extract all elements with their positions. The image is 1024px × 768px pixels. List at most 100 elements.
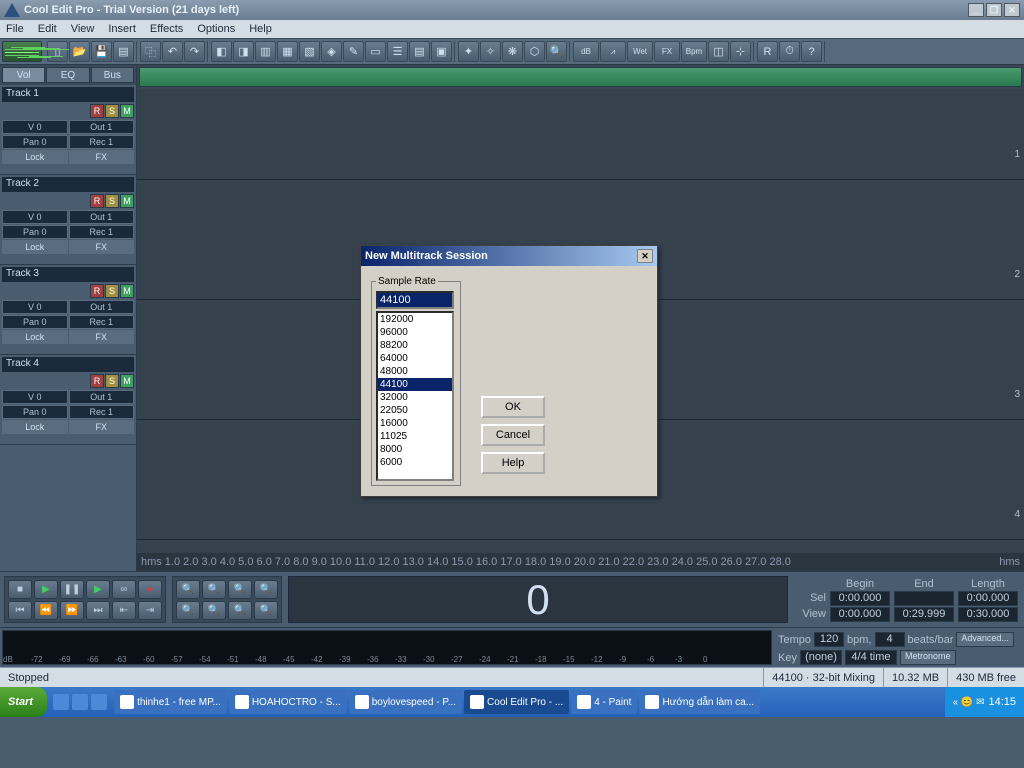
save-file-icon[interactable]: 💾 (91, 41, 112, 62)
ok-button[interactable]: OK (481, 396, 545, 418)
sel-length[interactable]: 0:00.000 (958, 591, 1018, 606)
rec-cell[interactable]: Rec 1 (69, 135, 135, 149)
tool-icon[interactable]: ◈ (321, 41, 342, 62)
loop-button[interactable]: ∞ (112, 580, 136, 599)
waveform-view-icon[interactable] (2, 41, 42, 62)
mail-icon[interactable] (72, 694, 88, 710)
time-ruler[interactable]: hms 1.0 2.0 3.0 4.0 5.0 6.0 7.0 8.0 9.0 … (137, 553, 1024, 571)
zoom-sel-icon[interactable]: 🔍 (254, 580, 278, 599)
redo-icon[interactable]: ↷ (184, 41, 205, 62)
tool-icon[interactable]: 🔍 (546, 41, 567, 62)
tool-icon[interactable]: ◧ (211, 41, 232, 62)
batch-icon[interactable]: ▤ (113, 41, 134, 62)
tool-icon[interactable]: ✎ (343, 41, 364, 62)
tool-icon[interactable]: ▣ (431, 41, 452, 62)
timesig-select[interactable]: 4/4 time (845, 650, 897, 665)
record-arm-button[interactable]: R (90, 104, 104, 118)
minimize-button[interactable]: _ (968, 3, 984, 17)
tool-icon[interactable]: R (757, 41, 778, 62)
undo-icon[interactable]: ↶ (162, 41, 183, 62)
ie-icon[interactable] (53, 694, 69, 710)
rec-cell[interactable]: Rec 1 (69, 315, 135, 329)
sample-rate-option[interactable]: 48000 (378, 365, 452, 378)
view-end[interactable]: 0:29.999 (894, 607, 954, 622)
pan-cell[interactable]: Pan 0 (2, 405, 68, 419)
help-button[interactable]: Help (481, 452, 545, 474)
zoom-out-v-icon[interactable]: 🔍 (202, 601, 226, 620)
dialog-close-icon[interactable]: ✕ (637, 249, 653, 263)
taskbar-item[interactable]: 4 - Paint (571, 690, 637, 714)
zoom-in-icon[interactable]: 🔍 (176, 580, 200, 599)
taskbar-item[interactable]: thinhe1 - free MP... (114, 690, 227, 714)
lock-button[interactable]: Lock (2, 150, 68, 164)
record-arm-button[interactable]: R (90, 284, 104, 298)
view-length[interactable]: 0:30.000 (958, 607, 1018, 622)
sample-rate-input[interactable]: 44100 (376, 291, 454, 309)
menu-file[interactable]: File (6, 23, 24, 35)
track-name[interactable]: Track 1 (2, 87, 134, 102)
next-marker-button[interactable]: ⇥ (138, 601, 162, 620)
advanced-button[interactable]: Advanced... (956, 632, 1014, 647)
zoom-right-icon[interactable]: 🔍 (254, 601, 278, 620)
metronome-button[interactable]: Metronome (900, 650, 956, 665)
fx-button[interactable]: FX (69, 330, 135, 344)
sample-rate-option[interactable]: 6000 (378, 456, 452, 469)
tool-icon[interactable]: ⏱ (779, 41, 800, 62)
prev-marker-button[interactable]: ⇤ (112, 601, 136, 620)
sel-end[interactable] (894, 591, 954, 606)
rec-cell[interactable]: Rec 1 (69, 225, 135, 239)
fx-button[interactable]: FX (69, 240, 135, 254)
solo-button[interactable]: S (105, 284, 119, 298)
sample-rate-option[interactable]: 16000 (378, 417, 452, 430)
stop-button[interactable]: ■ (8, 580, 32, 599)
db-icon[interactable]: dB (573, 41, 599, 62)
dialog-titlebar[interactable]: New Multitrack Session ✕ (361, 246, 657, 266)
mute-button[interactable]: M (120, 194, 134, 208)
track-name[interactable]: Track 4 (2, 357, 134, 372)
zoom-in-v-icon[interactable]: 🔍 (176, 601, 200, 620)
record-button[interactable]: ● (138, 580, 162, 599)
sample-rate-option[interactable]: 32000 (378, 391, 452, 404)
fx-icon[interactable]: FX (654, 41, 680, 62)
tool-icon[interactable]: ⬡ (524, 41, 545, 62)
sample-rate-option[interactable]: 192000 (378, 313, 452, 326)
solo-button[interactable]: S (105, 374, 119, 388)
tool-icon[interactable]: ❋ (502, 41, 523, 62)
tool-icon[interactable]: ▤ (409, 41, 430, 62)
taskbar-item[interactable]: boylovespeed - P... (349, 690, 462, 714)
output-cell[interactable]: Out 1 (69, 210, 135, 224)
volume-cell[interactable]: V 0 (2, 120, 68, 134)
system-tray[interactable]: « 😊 ✉ 14:15 (945, 687, 1024, 717)
menu-insert[interactable]: Insert (108, 23, 136, 35)
taskbar-item[interactable]: Hướng dẫn làm ca... (639, 690, 760, 714)
help-icon[interactable]: ? (801, 41, 822, 62)
open-file-icon[interactable]: 📂 (69, 41, 90, 62)
tool-icon[interactable]: ◨ (233, 41, 254, 62)
menu-options[interactable]: Options (197, 23, 235, 35)
bpm-icon[interactable]: Bpm (681, 41, 707, 62)
tool-icon[interactable]: ▭ (365, 41, 386, 62)
menu-edit[interactable]: Edit (38, 23, 57, 35)
tab-eq[interactable]: EQ (46, 67, 89, 83)
key-select[interactable]: (none) (800, 650, 842, 665)
sample-rate-option[interactable]: 96000 (378, 326, 452, 339)
zoom-out-icon[interactable]: 🔍 (202, 580, 226, 599)
taskbar-item[interactable]: HOAHOCTRO - S... (229, 690, 347, 714)
tool-icon[interactable]: ▥ (255, 41, 276, 62)
menu-view[interactable]: View (71, 23, 95, 35)
tool-icon[interactable]: ▧ (299, 41, 320, 62)
mute-button[interactable]: M (120, 284, 134, 298)
sample-rate-list[interactable]: 1920009600088200640004800044100320002205… (376, 311, 454, 481)
forward-button[interactable]: ⏩ (60, 601, 84, 620)
sample-rate-option[interactable]: 64000 (378, 352, 452, 365)
close-button[interactable]: ✕ (1004, 3, 1020, 17)
tempo-input[interactable]: 120 (814, 632, 844, 647)
mute-button[interactable]: M (120, 374, 134, 388)
output-cell[interactable]: Out 1 (69, 390, 135, 404)
track-name[interactable]: Track 2 (2, 177, 134, 192)
fx-button[interactable]: FX (69, 150, 135, 164)
volume-cell[interactable]: V 0 (2, 390, 68, 404)
output-cell[interactable]: Out 1 (69, 120, 135, 134)
sample-rate-option[interactable]: 88200 (378, 339, 452, 352)
zoom-full-icon[interactable]: 🔍 (228, 580, 252, 599)
